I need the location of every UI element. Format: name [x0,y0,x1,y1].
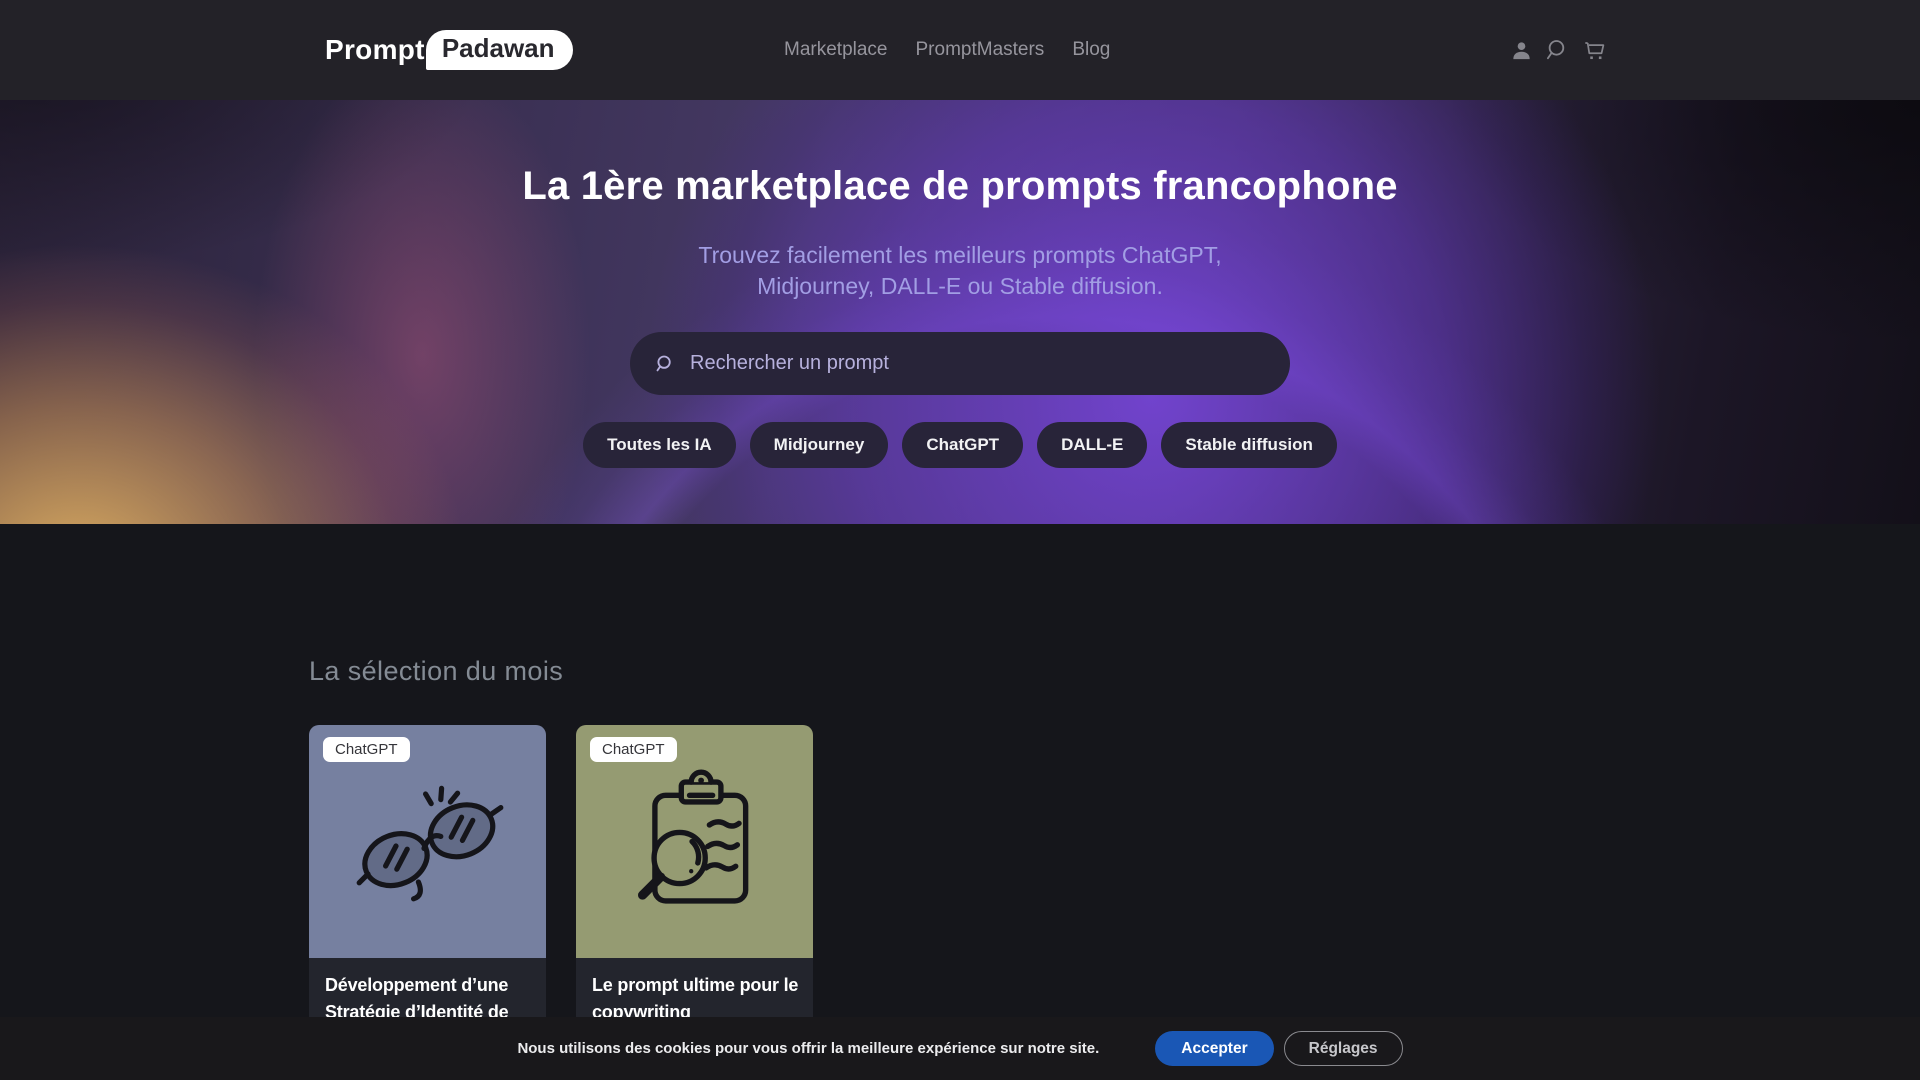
cookie-message: Nous utilisons des cookies pour vous off… [517,1040,1099,1057]
header-icons [1510,0,1609,100]
user-account-icon[interactable] [1510,39,1533,62]
selection-section: La sélection du mois ChatGPT [0,524,1920,1080]
prompt-search-bar[interactable] [630,332,1290,395]
prompt-cards-row: ChatGPT Développement d’une St [309,725,813,1044]
hero-title: La 1ère marketplace de prompts francopho… [0,100,1920,210]
nav-item-marketplace[interactable]: Marketplace [784,39,888,61]
glasses-doodle-illustration [348,762,508,922]
hero-subtitle-line1: Trouvez facilement les meilleurs prompts… [0,240,1920,271]
accept-cookies-button[interactable]: Accepter [1155,1031,1273,1066]
filter-chip-chatgpt[interactable]: ChatGPT [902,422,1023,468]
cookie-settings-button[interactable]: Réglages [1284,1031,1403,1066]
filter-chip-dall-e[interactable]: DALL-E [1037,422,1147,468]
search-icon [654,353,676,375]
filter-chip-toutes-les-ia[interactable]: Toutes les IA [583,422,736,468]
card-image: ChatGPT [576,725,813,958]
search-input[interactable] [690,352,1266,375]
prompt-card[interactable]: ChatGPT Développement d’une St [309,725,546,1044]
clipboard-magnifier-doodle-illustration [612,759,777,924]
nav-item-blog[interactable]: Blog [1072,39,1110,61]
cookie-banner: Nous utilisons des cookies pour vous off… [0,1017,1920,1080]
ai-type-badge: ChatGPT [590,737,677,762]
search-icon[interactable] [1544,37,1570,63]
cart-icon[interactable] [1581,37,1609,63]
filter-chip-stable-diffusion[interactable]: Stable diffusion [1161,422,1337,468]
filter-chip-midjourney[interactable]: Midjourney [750,422,889,468]
hero-subtitle: Trouvez facilement les meilleurs prompts… [0,240,1920,302]
ai-filter-chips: Toutes les IA Midjourney ChatGPT DALL-E … [0,422,1920,468]
ai-type-badge: ChatGPT [323,737,410,762]
logo-badge-padawan: Padawan [426,30,573,70]
main-nav: Marketplace PromptMasters Blog [784,0,1110,100]
logo-text-prompt: Prompt [325,34,425,66]
prompt-card[interactable]: ChatGPT [576,725,813,1044]
header: Prompt Padawan Marketplace PromptMasters… [0,0,1920,100]
card-image: ChatGPT [309,725,546,958]
logo[interactable]: Prompt Padawan [325,0,573,100]
nav-item-promptmasters[interactable]: PromptMasters [916,39,1045,61]
section-heading: La sélection du mois [309,656,563,687]
hero-subtitle-line2: Midjourney, DALL-E ou Stable diffusion. [0,271,1920,302]
hero-section: La 1ère marketplace de prompts francopho… [0,100,1920,524]
